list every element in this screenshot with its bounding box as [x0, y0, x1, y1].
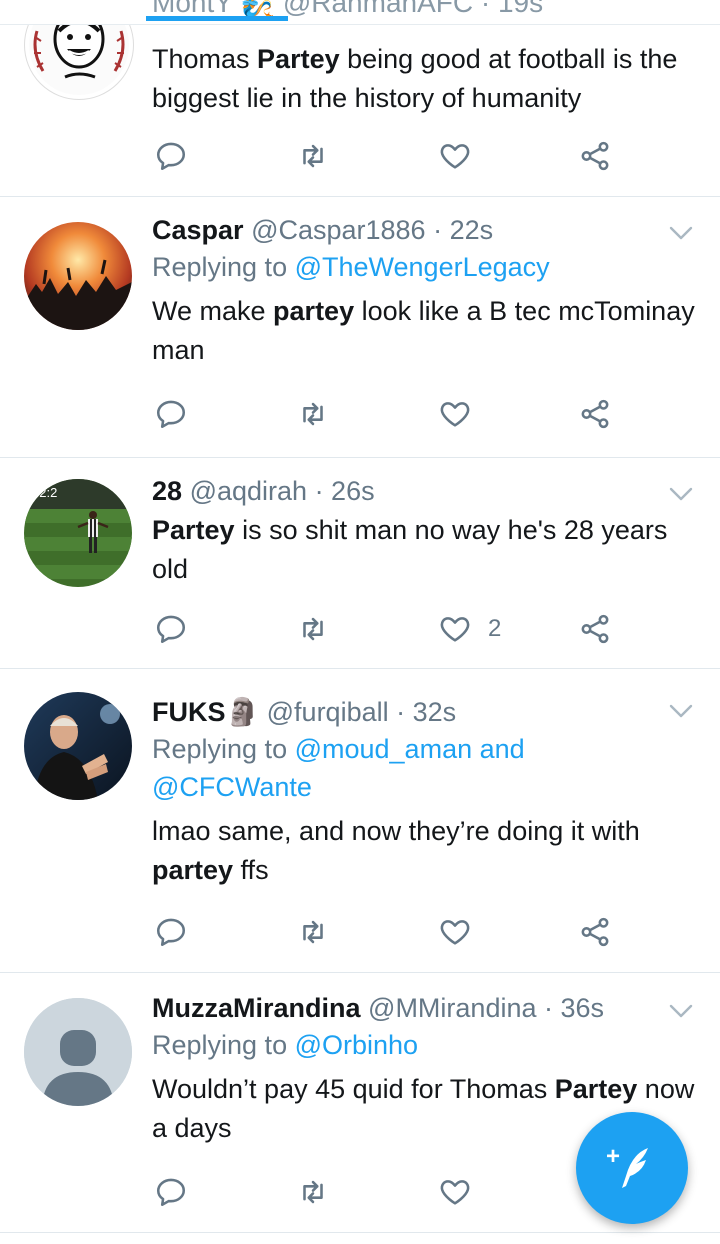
display-name[interactable]: Caspar: [152, 215, 244, 245]
avatar[interactable]: 82:2: [24, 479, 132, 587]
like-button[interactable]: [438, 912, 472, 952]
avatar-scoreboard: 82:2: [32, 485, 57, 500]
tweet-2[interactable]: 82:2 28 @aqdirah · 26s Partey is so shit…: [0, 457, 720, 669]
handle[interactable]: @aqdirah: [190, 476, 307, 506]
tweet-actions: [152, 912, 622, 952]
compose-tweet-button[interactable]: +: [576, 1112, 688, 1224]
avatar-football-pitch-icon: 82:2: [24, 479, 132, 587]
display-name[interactable]: FUKS🗿: [152, 697, 259, 727]
tweet-header: Caspar @Caspar1886 · 22s: [152, 212, 700, 248]
retweet-button[interactable]: [296, 609, 330, 649]
chevron-down-icon[interactable]: [668, 485, 694, 503]
svg-text:+: +: [606, 1143, 620, 1170]
tweet-text: Thomas Partey being good at football is …: [152, 44, 678, 113]
tweet-3[interactable]: FUKS🗿 @furqiball · 32s Replying to @moud…: [0, 668, 720, 973]
reply-icon: [156, 142, 186, 171]
tweet-text: lmao same, and now they’re doing it with…: [152, 816, 640, 885]
chevron-down-icon[interactable]: [668, 224, 694, 242]
tweet-actions: [152, 1172, 622, 1212]
share-button[interactable]: [578, 609, 612, 649]
retweet-button[interactable]: [296, 1172, 330, 1212]
share-icon: [581, 917, 609, 947]
retweet-icon: [303, 617, 323, 641]
like-button[interactable]: [438, 394, 472, 434]
reply-button[interactable]: [154, 136, 188, 176]
compose-quill-icon: +: [606, 1143, 648, 1188]
tweet-actions: [152, 394, 622, 434]
display-name[interactable]: 28: [152, 476, 182, 506]
reply-button[interactable]: [154, 912, 188, 952]
chevron-down-icon[interactable]: [668, 1002, 694, 1020]
share-button[interactable]: [578, 136, 612, 176]
reply-button[interactable]: [154, 394, 188, 434]
share-icon: [581, 399, 609, 429]
reply-button[interactable]: [154, 1172, 188, 1212]
avatar[interactable]: [24, 222, 132, 330]
like-button[interactable]: [438, 136, 472, 176]
reply-to-link[interactable]: @Orbinho: [295, 1030, 418, 1060]
tweet-header: MuzzaMirandina @MMirandina · 36s: [152, 990, 700, 1026]
like-button[interactable]: [438, 1172, 472, 1212]
reply-button[interactable]: [154, 609, 188, 649]
tweet-actions: 2: [152, 609, 622, 649]
avatar-flare-crowd-icon: [24, 222, 132, 330]
reply-icon: [156, 1178, 186, 1207]
tab-indicator: [146, 16, 288, 21]
avatar[interactable]: [24, 692, 132, 800]
timestamp: · 32s: [396, 697, 457, 727]
tweet-0[interactable]: Thomas Partey being good at football is …: [0, 0, 720, 197]
share-button[interactable]: [578, 394, 612, 434]
tweet-header: 28 @aqdirah · 26s: [152, 473, 700, 509]
tweet-actions: [152, 136, 622, 176]
retweet-button[interactable]: [296, 394, 330, 434]
handle[interactable]: @MMirandina: [368, 993, 536, 1023]
avatar-manager-clapping-icon: [24, 692, 132, 800]
like-button[interactable]: 2: [438, 609, 501, 649]
reply-icon: [156, 615, 186, 644]
retweet-button[interactable]: [296, 912, 330, 952]
tweet-text: Partey is so shit man no way he's 28 yea…: [152, 515, 668, 584]
like-count: 2: [488, 615, 502, 642]
reply-icon: [156, 918, 186, 947]
timestamp: · 36s: [544, 993, 605, 1023]
share-icon: [581, 141, 609, 171]
chevron-down-icon[interactable]: [668, 702, 694, 720]
replying-to: Replying to @TheWengerLegacy: [152, 252, 550, 282]
tweet-1[interactable]: Caspar @Caspar1886 · 22s Replying to @Th…: [0, 196, 720, 458]
handle[interactable]: @furqiball: [267, 697, 389, 727]
reply-to-link[interactable]: @TheWengerLegacy: [295, 252, 550, 282]
replying-to: Replying to @Orbinho: [152, 1030, 419, 1060]
avatar[interactable]: [24, 998, 132, 1106]
share-icon: [581, 614, 609, 644]
default-avatar-icon: [24, 998, 132, 1106]
heart-icon: [440, 617, 470, 642]
reply-icon: [156, 400, 186, 429]
heart-icon: [440, 920, 470, 945]
share-button[interactable]: [578, 912, 612, 952]
timestamp: · 26s: [314, 476, 375, 506]
display-name[interactable]: MuzzaMirandina: [152, 993, 361, 1023]
replying-to: Replying to @moud_aman and @CFCWante: [152, 734, 525, 802]
timestamp: · 22s: [433, 215, 494, 245]
partial-tweet-header: MontY 🧞 @RahmanAFC · 19s: [0, 0, 720, 25]
heart-icon: [440, 144, 470, 169]
retweet-icon: [303, 144, 323, 168]
tweet-text: We make partey look like a B tec mcTomin…: [152, 296, 695, 365]
heart-icon: [440, 402, 470, 427]
heart-icon: [440, 1180, 470, 1205]
retweet-icon: [303, 1180, 323, 1204]
retweet-button[interactable]: [296, 136, 330, 176]
handle[interactable]: @Caspar1886: [251, 215, 426, 245]
tweet-header: FUKS🗿 @furqiball · 32s: [152, 694, 700, 730]
retweet-icon: [303, 402, 323, 426]
retweet-icon: [303, 920, 323, 944]
